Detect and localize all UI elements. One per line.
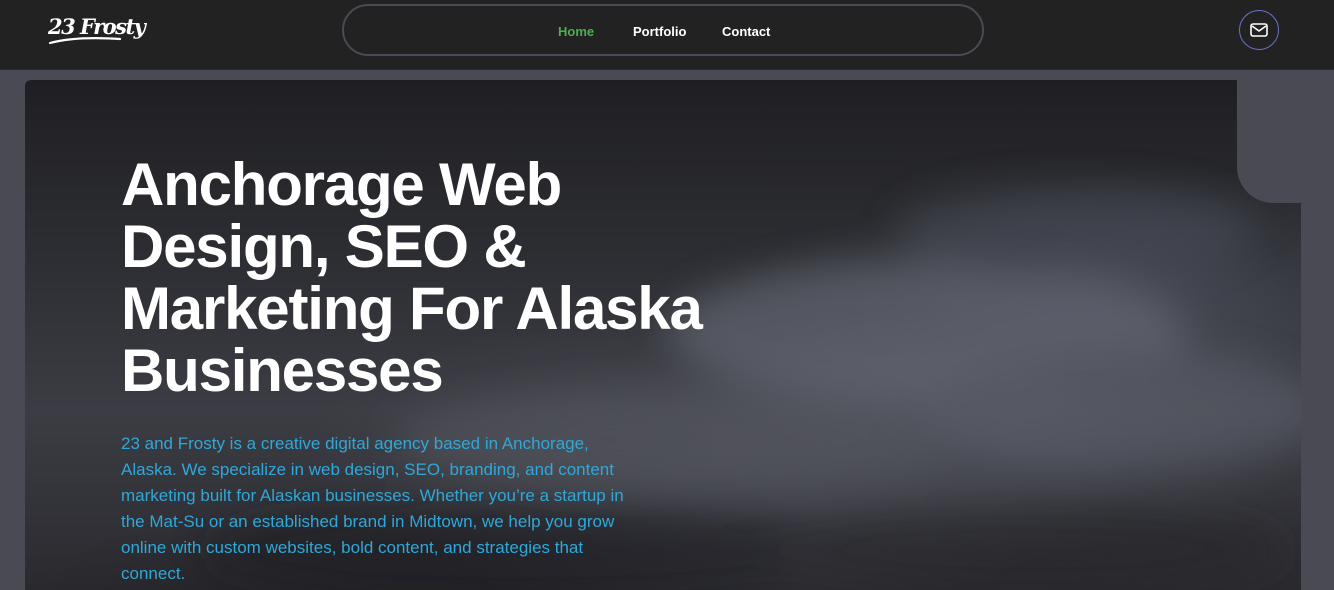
contact-mail-button[interactable] [1239, 10, 1279, 50]
nav-home-link[interactable]: Home [558, 24, 594, 39]
logo-swoosh-icon [48, 37, 122, 45]
main-nav: Home Portfolio Contact [342, 4, 984, 56]
hero-heading: Anchorage Web Design, SEO & Marketing Fo… [121, 151, 703, 404]
nav-contact-link[interactable]: Contact [722, 24, 770, 39]
nav-portfolio-link[interactable]: Portfolio [633, 24, 686, 39]
hero-description: 23 and Frosty is a creative digital agen… [121, 434, 624, 583]
top-navigation-bar: 23 Frosty Home Portfolio Contact [0, 0, 1334, 70]
brand-logo[interactable]: 23 Frosty [46, 10, 146, 50]
hero-corner-notch [1237, 80, 1334, 203]
mail-icon [1250, 23, 1268, 37]
